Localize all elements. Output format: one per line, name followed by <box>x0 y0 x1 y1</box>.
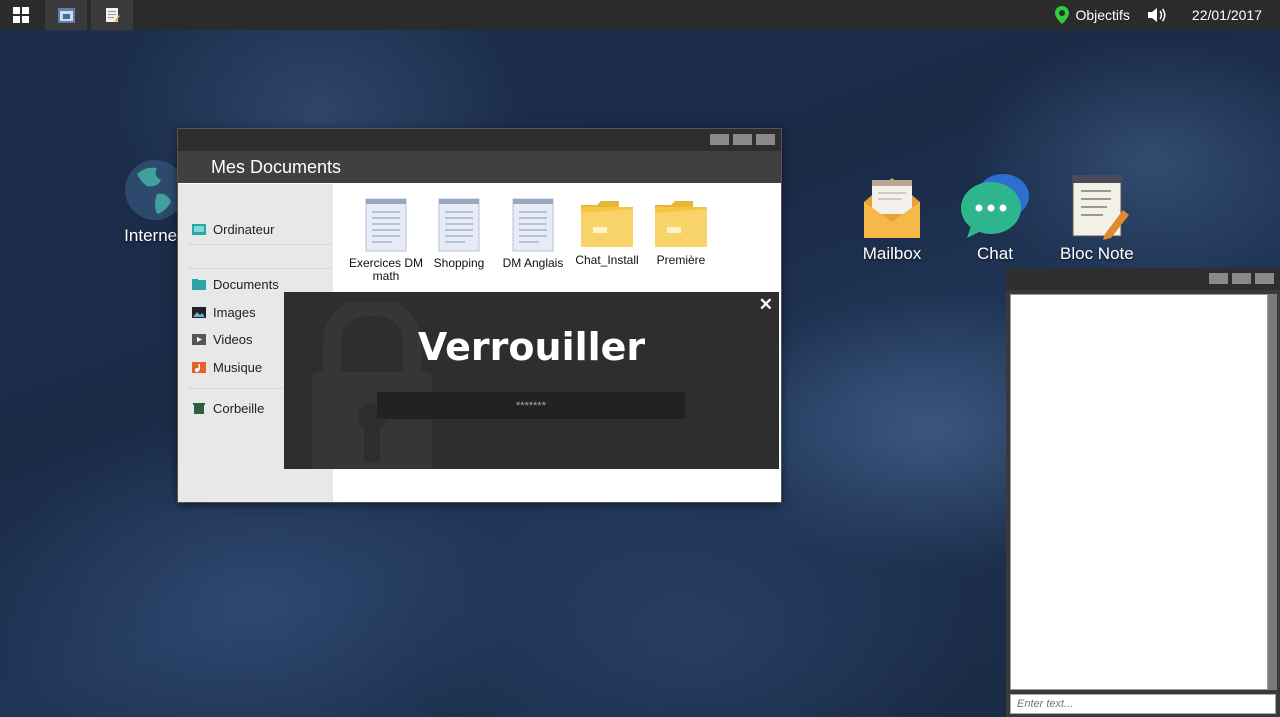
desktop-icon-chat[interactable]: Chat <box>959 172 1031 264</box>
map-pin-icon <box>1055 6 1070 24</box>
text-document-icon <box>512 198 554 252</box>
image-icon <box>192 307 206 318</box>
windows-grid-icon <box>13 7 29 23</box>
trash-icon <box>193 403 205 414</box>
notepad-pencil-icon <box>1072 175 1129 240</box>
file-item[interactable]: DM Anglais <box>494 197 572 270</box>
scrollbar[interactable] <box>1268 294 1277 690</box>
speaker-icon <box>1147 8 1166 22</box>
taskbar-documents-button[interactable] <box>45 0 87 30</box>
sidebar-label: Images <box>213 305 256 320</box>
window-controls <box>1209 273 1274 284</box>
sidebar-label: Ordinateur <box>213 222 275 237</box>
taskbar: Objectifs 22/01/2017 <box>0 0 1280 30</box>
sidebar-item-computer[interactable]: Ordinateur <box>192 222 274 237</box>
bloc-note-label: Bloc Note <box>1060 244 1134 263</box>
close-icon[interactable]: ✕ <box>759 295 773 315</box>
minimize-button[interactable] <box>1209 273 1228 284</box>
sidebar-item-videos[interactable]: Videos <box>192 332 253 347</box>
desktop-icon-internet[interactable]: Internet <box>123 156 183 246</box>
globe-icon <box>125 160 183 220</box>
text-document-icon <box>365 198 407 252</box>
objectives-button[interactable]: Objectifs <box>1055 6 1130 24</box>
file-name: Shopping <box>433 256 485 270</box>
notepad-text-input[interactable] <box>1010 694 1276 714</box>
file-name: DM Anglais <box>502 256 564 270</box>
objectives-label: Objectifs <box>1075 7 1130 23</box>
chat-label: Chat <box>977 244 1013 263</box>
file-item[interactable]: Exercices DM math <box>347 197 425 283</box>
sidebar-divider <box>188 244 332 245</box>
sidebar-label: Corbeille <box>213 401 265 416</box>
sidebar-label: Videos <box>213 332 253 347</box>
folder-icon <box>192 279 206 290</box>
file-name: Exercices DM math <box>348 256 423 283</box>
volume-button[interactable] <box>1147 7 1174 23</box>
file-item[interactable]: Shopping <box>420 197 498 270</box>
system-tray: Objectifs 22/01/2017 <box>1055 0 1280 30</box>
folder-item[interactable]: Chat_Install <box>568 199 646 267</box>
video-icon <box>192 334 206 345</box>
file-explorer-icon <box>57 7 75 23</box>
sidebar-item-documents[interactable]: Documents <box>192 277 279 292</box>
notepad-text-area[interactable] <box>1010 294 1268 690</box>
desktop-icon-bloc-note[interactable]: Bloc Note <box>1060 172 1134 264</box>
close-button[interactable] <box>756 134 775 145</box>
mailbox-label: Mailbox <box>862 244 922 263</box>
clock-date: 22/01/2017 <box>1191 7 1262 23</box>
internet-label: Internet <box>124 226 182 245</box>
sidebar-label: Documents <box>213 277 279 292</box>
notepad-window <box>1006 268 1280 717</box>
lock-title: Verrouiller <box>417 325 646 369</box>
folder-item[interactable]: Première <box>642 199 720 267</box>
folder-icon <box>581 201 633 247</box>
folder-name: Première <box>656 253 706 267</box>
folder-name: Chat_Install <box>575 253 639 267</box>
music-icon <box>192 362 206 373</box>
sidebar-item-music[interactable]: Musique <box>192 360 262 375</box>
sidebar-divider <box>188 268 332 269</box>
desktop-icon-mailbox[interactable]: Mailbox <box>860 172 924 264</box>
envelope-icon <box>864 178 920 238</box>
sidebar-label: Musique <box>213 360 263 375</box>
close-button[interactable] <box>1255 273 1274 284</box>
folder-icon <box>655 201 707 247</box>
window-title: Mes Documents <box>178 151 781 183</box>
start-menu-button[interactable] <box>0 0 42 30</box>
lock-dialog: Verrouiller ✕ <box>284 292 779 469</box>
window-titlebar[interactable] <box>178 129 781 151</box>
sidebar-item-trash[interactable]: Corbeille <box>192 401 264 416</box>
password-input[interactable] <box>377 392 685 419</box>
maximize-button[interactable] <box>733 134 752 145</box>
sidebar-item-images[interactable]: Images <box>192 305 256 320</box>
notepad-icon <box>105 8 120 22</box>
minimize-button[interactable] <box>710 134 729 145</box>
maximize-button[interactable] <box>1232 273 1251 284</box>
text-document-icon <box>438 198 480 252</box>
taskbar-notepad-button[interactable] <box>91 0 133 30</box>
monitor-icon <box>192 224 206 235</box>
window-titlebar[interactable] <box>1006 268 1280 290</box>
window-controls <box>710 134 775 145</box>
chat-bubbles-icon <box>961 174 1029 238</box>
